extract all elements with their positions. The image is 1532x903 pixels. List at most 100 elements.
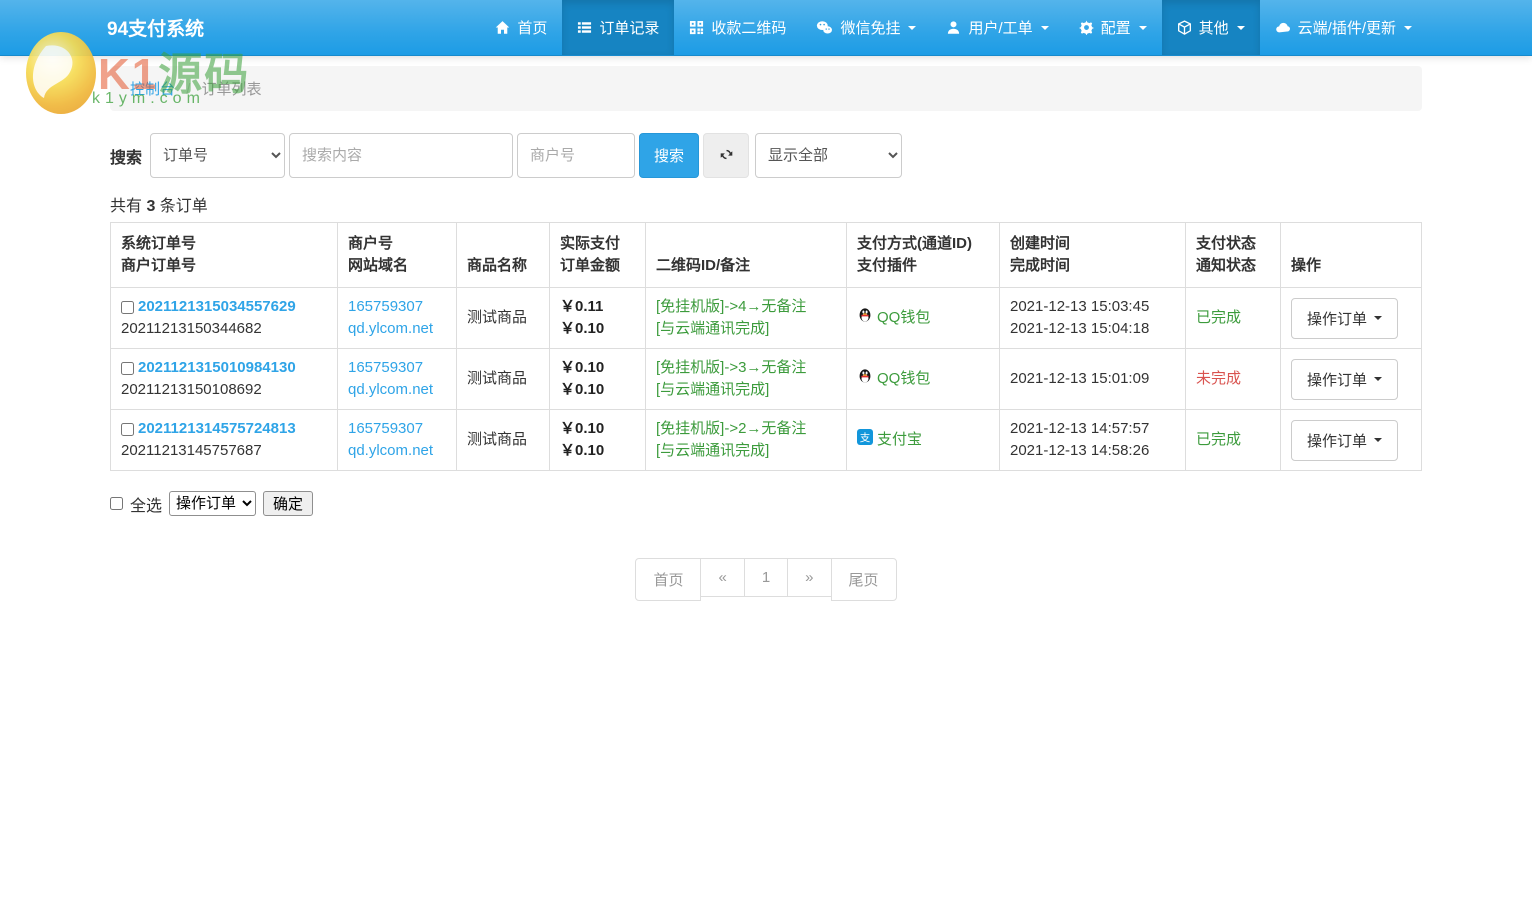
cloud-note: [与云端通讯完成] — [656, 318, 836, 340]
nav-item-qrcode[interactable]: 收款二维码 — [674, 0, 801, 55]
page-number[interactable]: 1 — [745, 558, 788, 601]
refresh-icon — [719, 147, 734, 165]
merchant-order-number: 20211213150108692 — [121, 379, 327, 401]
status-badge: 已完成 — [1196, 431, 1241, 448]
orders-table: 系统订单号商户订单号 商户号网站域名 商品名称 实际支付订单金额 二维码ID/备… — [110, 222, 1422, 471]
merchant-order-number: 20211213145757687 — [121, 440, 327, 462]
col-header-note: 二维码ID/备注 — [646, 223, 847, 288]
paid-amount: ￥0.10 — [560, 357, 635, 379]
list-icon — [577, 20, 592, 35]
table-row: 2021121314575724813 20211213145757687 165… — [111, 410, 1422, 471]
col-header-pay-method: 支付方式(通道ID)支付插件 — [847, 223, 1000, 288]
bulk-action-select[interactable]: 操作订单 — [169, 491, 256, 516]
nav-label: 订单记录 — [599, 17, 659, 38]
nav-item-other[interactable]: 其他 — [1162, 0, 1260, 55]
search-button[interactable]: 搜索 — [639, 133, 699, 178]
breadcrumb-separator: / — [186, 81, 190, 98]
row-select-checkbox[interactable] — [121, 362, 134, 375]
user-icon — [946, 20, 961, 35]
merchant-id-link[interactable]: 165759307 — [348, 298, 423, 315]
nav-item-wechat[interactable]: 微信免挂 — [801, 0, 931, 55]
merchant-id-input[interactable] — [517, 133, 635, 178]
nav-item-cloud[interactable]: 云端/插件/更新 — [1260, 0, 1427, 55]
page-last[interactable]: 尾页 — [832, 558, 897, 601]
cube-icon — [1177, 20, 1192, 35]
completed-time: 2021-12-13 14:58:26 — [1010, 440, 1175, 462]
nav-item-home[interactable]: 首页 — [480, 0, 562, 55]
col-header-product: 商品名称 — [457, 223, 550, 288]
select-all-label: 全选 — [130, 492, 162, 516]
system-order-link[interactable]: 2021121315010984130 — [138, 359, 296, 376]
bulk-actions-bar: 全选 操作订单 确定 — [110, 491, 1422, 516]
domain-link[interactable]: qd.ylcom.net — [348, 320, 433, 337]
chevron-down-icon — [1374, 377, 1382, 381]
col-header-order-numbers: 系统订单号商户订单号 — [111, 223, 338, 288]
chevron-down-icon — [1041, 26, 1049, 30]
order-action-button[interactable]: 操作订单 — [1291, 298, 1398, 339]
cloud-note: [与云端通讯完成] — [656, 440, 836, 462]
status-filter-select[interactable]: 显示全部 — [755, 133, 902, 178]
page-next[interactable]: » — [788, 558, 831, 601]
domain-link[interactable]: qd.ylcom.net — [348, 442, 433, 459]
nav-item-users[interactable]: 用户/工单 — [931, 0, 1063, 55]
row-select-checkbox[interactable] — [121, 301, 134, 314]
order-amount: ￥0.10 — [560, 318, 635, 340]
qrcode-note: [免挂机版]->2→无备注 — [656, 418, 836, 440]
nav-label: 收款二维码 — [711, 17, 786, 38]
search-type-select[interactable]: 订单号 — [150, 133, 285, 178]
home-icon — [495, 20, 510, 35]
select-all-checkbox[interactable] — [110, 497, 123, 510]
qrcode-note: [免挂机版]->4→无备注 — [656, 296, 836, 318]
chevron-down-icon — [1404, 26, 1412, 30]
brand-title[interactable]: 94支付系统 — [105, 0, 218, 55]
cloud-note: [与云端通讯完成] — [656, 379, 836, 401]
pay-method-name: QQ钱包 — [877, 307, 930, 329]
main-nav: 首页 订单记录 收款二维码 微信免挂 用户/工单 配置 — [480, 0, 1427, 55]
confirm-button[interactable]: 确定 — [263, 491, 313, 516]
refresh-button[interactable] — [703, 133, 749, 178]
order-count-summary: 共有 3 条订单 — [110, 192, 1422, 216]
chevron-down-icon — [1374, 438, 1382, 442]
nav-item-orders[interactable]: 订单记录 — [562, 0, 674, 55]
table-row: 2021121315034557629 20211213150344682 165… — [111, 288, 1422, 349]
search-input[interactable] — [289, 133, 513, 178]
qrcode-note: [免挂机版]->3→无备注 — [656, 357, 836, 379]
paid-amount: ￥0.11 — [560, 296, 635, 318]
merchant-id-link[interactable]: 165759307 — [348, 420, 423, 437]
top-navbar: 94支付系统 首页 订单记录 收款二维码 微信免挂 用户/工单 — [0, 0, 1532, 56]
nav-label: 云端/插件/更新 — [1298, 17, 1396, 38]
system-order-link[interactable]: 2021121315034557629 — [138, 298, 296, 315]
product-name: 测试商品 — [467, 309, 527, 326]
domain-link[interactable]: qd.ylcom.net — [348, 381, 433, 398]
qq-wallet-icon — [857, 307, 873, 330]
page-first[interactable]: 首页 — [635, 558, 701, 601]
nav-label: 其他 — [1199, 17, 1229, 38]
row-select-checkbox[interactable] — [121, 423, 134, 436]
created-time: 2021-12-13 15:03:45 — [1010, 296, 1175, 318]
nav-item-config[interactable]: 配置 — [1064, 0, 1162, 55]
status-badge: 已完成 — [1196, 309, 1241, 326]
system-order-link[interactable]: 2021121314575724813 — [138, 420, 296, 437]
breadcrumb-home-link[interactable]: 控制台 — [130, 81, 175, 98]
page-prev[interactable]: « — [701, 558, 744, 601]
nav-label: 配置 — [1101, 17, 1131, 38]
chevron-down-icon — [908, 26, 916, 30]
qq-wallet-icon — [857, 368, 873, 391]
order-action-button[interactable]: 操作订单 — [1291, 420, 1398, 461]
search-label: 搜索 — [110, 144, 142, 168]
order-amount: ￥0.10 — [560, 440, 635, 462]
status-badge: 未完成 — [1196, 370, 1241, 387]
merchant-order-number: 20211213150344682 — [121, 318, 327, 340]
product-name: 测试商品 — [467, 431, 527, 448]
breadcrumb: 控制台 / 订单列表 — [110, 66, 1422, 111]
pay-method-name: 支付宝 — [877, 429, 922, 451]
col-header-merchant: 商户号网站域名 — [338, 223, 457, 288]
completed-time: 2021-12-13 15:04:18 — [1010, 318, 1175, 340]
nav-label: 首页 — [517, 17, 547, 38]
pagination: 首页 « 1 » 尾页 — [635, 558, 896, 601]
col-header-actions: 操作 — [1281, 223, 1422, 288]
order-action-button[interactable]: 操作订单 — [1291, 359, 1398, 400]
qrcode-icon — [689, 20, 704, 35]
merchant-id-link[interactable]: 165759307 — [348, 359, 423, 376]
cloud-icon — [1275, 20, 1291, 35]
